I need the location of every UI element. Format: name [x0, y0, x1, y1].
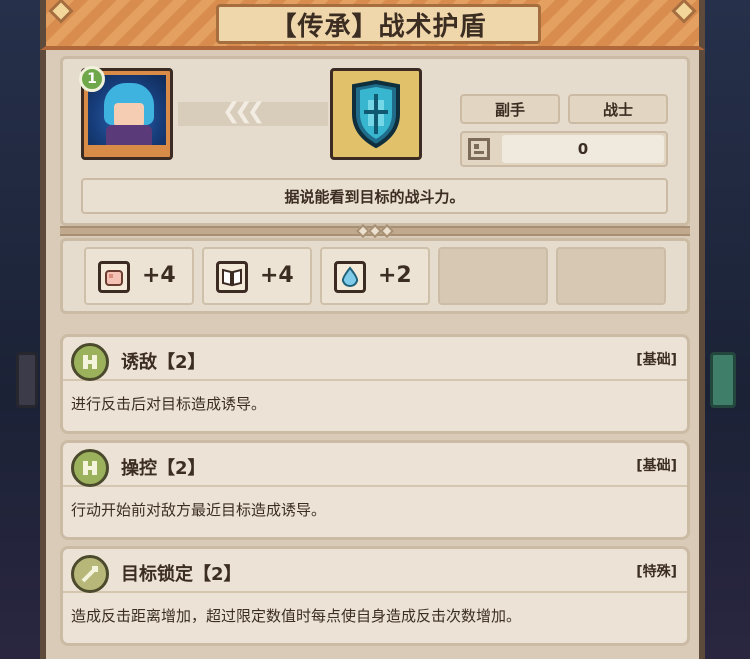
skill-card[interactable]: 目标锁定【2】 [特殊] 造成反击距离增加，超过限定数值时每点使自身造成反击次数…	[60, 546, 690, 646]
water-drop-icon	[334, 261, 366, 293]
hero-body	[106, 125, 152, 145]
bonus-value: +4	[142, 263, 176, 288]
skill-header: 操控【2】 [基础]	[63, 443, 687, 487]
hero-level-badge: 1	[79, 66, 105, 92]
corner-ornament	[671, 0, 697, 24]
shield-icon	[352, 80, 400, 148]
corner-ornament	[48, 0, 74, 24]
bonus-slot-empty	[438, 247, 548, 305]
stat-row: 0	[460, 131, 668, 167]
skill-card[interactable]: 操控【2】 [基础] 行动开始前对敌方最近目标造成诱导。	[60, 440, 690, 540]
bonus-slot[interactable]: +2	[320, 247, 430, 305]
hero-face	[114, 103, 144, 127]
slot-tag: 副手	[460, 94, 560, 124]
class-tag: 战士	[568, 94, 668, 124]
skill-name: 目标锁定【2】	[121, 564, 242, 585]
skill-description: 造成反击距离增加，超过限定数值时每点使自身造成反击次数增加。	[71, 607, 522, 625]
skill-name: 诱敌【2】	[121, 352, 206, 373]
book-icon	[216, 261, 248, 293]
bonus-value: +2	[378, 263, 412, 288]
bonus-value: +4	[260, 263, 294, 288]
skill-header: 目标锁定【2】 [特殊]	[63, 549, 687, 593]
bonus-slot-empty	[556, 247, 666, 305]
skill-header: 诱敌【2】 [基础]	[63, 337, 687, 381]
skill-type: [基础]	[636, 458, 677, 474]
skill-icon	[71, 449, 109, 487]
item-icon-frame[interactable]	[330, 68, 422, 160]
skill-description: 行动开始前对敌方最近目标造成诱导。	[71, 501, 327, 519]
background-right	[698, 0, 750, 659]
item-title: 【传承】战术护盾	[216, 4, 541, 44]
background-tab-left	[16, 352, 38, 408]
bonus-slot[interactable]: +4	[84, 247, 194, 305]
skill-description: 进行反击后对目标造成诱导。	[71, 395, 267, 413]
background-tab-right	[710, 352, 736, 408]
bonus-slot[interactable]: +4	[202, 247, 312, 305]
transfer-arrows-icon: ❮❮❮	[222, 99, 265, 124]
fist-icon	[98, 261, 130, 293]
skill-type: [基础]	[636, 352, 677, 368]
skill-icon	[71, 343, 109, 381]
stat-grid-icon	[468, 138, 490, 160]
item-description: 据说能看到目标的战斗力。	[81, 178, 668, 214]
skill-icon-special	[71, 555, 109, 593]
skill-card[interactable]: 诱敌【2】 [基础] 进行反击后对目标造成诱导。	[60, 334, 690, 434]
skill-name: 操控【2】	[121, 458, 206, 479]
title-bar: 【传承】战术护盾	[40, 0, 705, 50]
stat-value: 0	[502, 135, 664, 163]
skill-type: [特殊]	[636, 564, 677, 580]
